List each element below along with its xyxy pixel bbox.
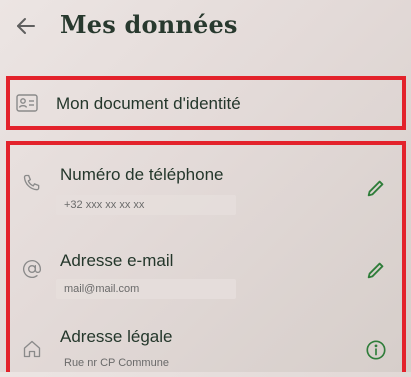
phone-value: +32 xxx xx xx xx xyxy=(56,195,236,215)
contact-info-section: Numéro de téléphone +32 xxx xx xx xx Adr… xyxy=(6,141,406,372)
page-title: Mes données xyxy=(60,10,238,39)
identity-document-label: Mon document d'identité xyxy=(56,94,241,113)
identity-document-row[interactable]: Mon document d'identité xyxy=(6,76,406,130)
home-icon xyxy=(22,339,42,364)
phone-row[interactable]: Numéro de téléphone +32 xxx xx xx xx xyxy=(10,145,402,221)
at-sign-icon xyxy=(22,259,42,284)
pencil-icon[interactable] xyxy=(365,259,387,281)
phone-label: Numéro de téléphone xyxy=(60,165,224,184)
address-label: Adresse légale xyxy=(60,327,173,346)
info-icon[interactable] xyxy=(365,339,387,361)
app-header: Mes données xyxy=(0,0,411,66)
phone-icon xyxy=(22,173,42,198)
address-row[interactable]: Adresse légale Rue nr CP Commune xyxy=(10,317,402,377)
back-arrow-icon[interactable] xyxy=(14,14,38,38)
email-label: Adresse e-mail xyxy=(60,251,174,270)
pencil-icon[interactable] xyxy=(365,177,387,199)
address-value: Rue nr CP Commune xyxy=(64,357,169,369)
email-row[interactable]: Adresse e-mail mail@mail.com xyxy=(10,235,402,305)
email-value: mail@mail.com xyxy=(56,279,236,299)
id-card-icon xyxy=(16,94,38,117)
